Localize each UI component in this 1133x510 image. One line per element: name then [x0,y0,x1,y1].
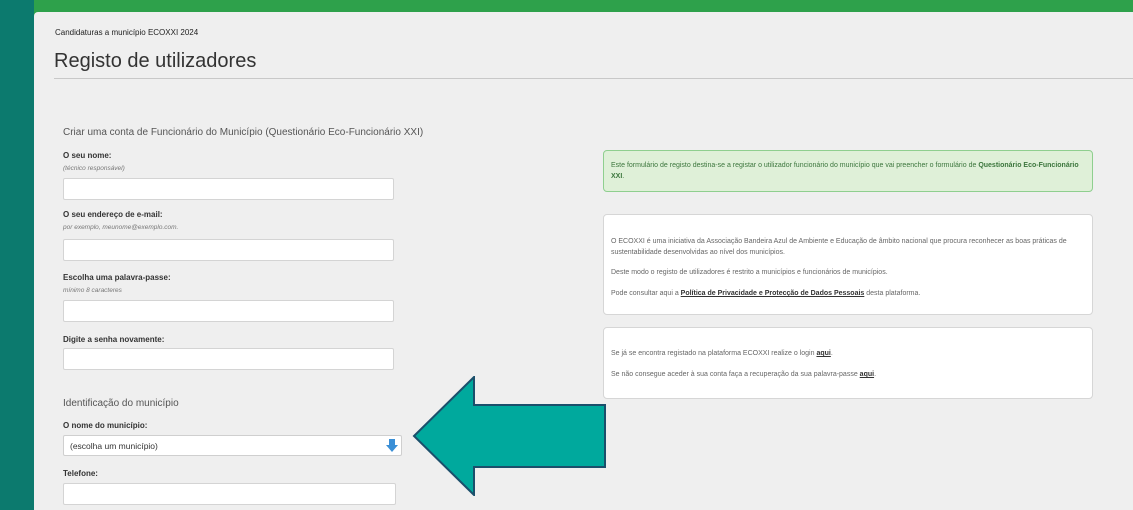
password-label: Escolha uma palavra-passe: [63,273,171,282]
email-input[interactable] [63,239,394,261]
phone-input[interactable] [63,483,396,505]
account-section-title: Criar uma conta de Funcionário do Municí… [63,127,424,138]
password-hint: mínimo 8 caracteres [63,287,122,294]
email-label: O seu endereço de e-mail: [63,210,163,219]
municipality-label: O nome do município: [63,421,148,430]
login-panel: Se já se encontra registado na plataform… [603,327,1093,399]
about-text-1: O ECOXXI é uma iniciativa da Associação … [611,238,1067,256]
page-title: Registo de utilizadores [54,50,257,72]
password-recovery-link[interactable]: aqui [860,371,874,378]
municipality-selected-value: (escolha um município) [70,441,158,451]
municipality-section-title: Identificação do município [63,398,179,409]
municipality-select[interactable]: (escolha um município) [63,435,402,456]
name-input[interactable] [63,178,394,200]
login-link[interactable]: aqui [816,350,830,357]
email-hint: por exemplo, meunome@exemplo.com. [63,224,179,231]
info-panel: Este formulário de registo destina-se a … [603,150,1093,192]
left-frame [0,0,34,510]
name-hint: (técnico responsável) [63,165,125,172]
about-panel: O ECOXXI é uma iniciativa da Associação … [603,214,1093,315]
divider [54,78,1133,79]
password-confirm-label: Digite a senha novamente: [63,335,165,344]
about-text-2: Deste modo o registo de utilizadores é r… [611,269,888,276]
phone-label: Telefone: [63,469,98,478]
privacy-policy-link[interactable]: Política de Privacidade e Protecção de D… [681,290,865,297]
info-panel-text: Este formulário de registo destina-se a … [611,162,1079,180]
name-label: O seu nome: [63,151,112,160]
left-arrow-icon [412,376,606,496]
page-content: Candidaturas a município ECOXXI 2024 Reg… [34,12,1133,510]
password-confirm-input[interactable] [63,348,394,370]
recovery-text: Se não consegue aceder à sua conta faça … [611,371,877,378]
arrow-down-icon[interactable] [386,439,398,452]
breadcrumb: Candidaturas a município ECOXXI 2024 [55,28,199,37]
about-text-3: Pode consultar aqui a Política de Privac… [611,290,921,297]
login-text: Se já se encontra registado na plataform… [611,350,833,357]
password-input[interactable] [63,300,394,322]
